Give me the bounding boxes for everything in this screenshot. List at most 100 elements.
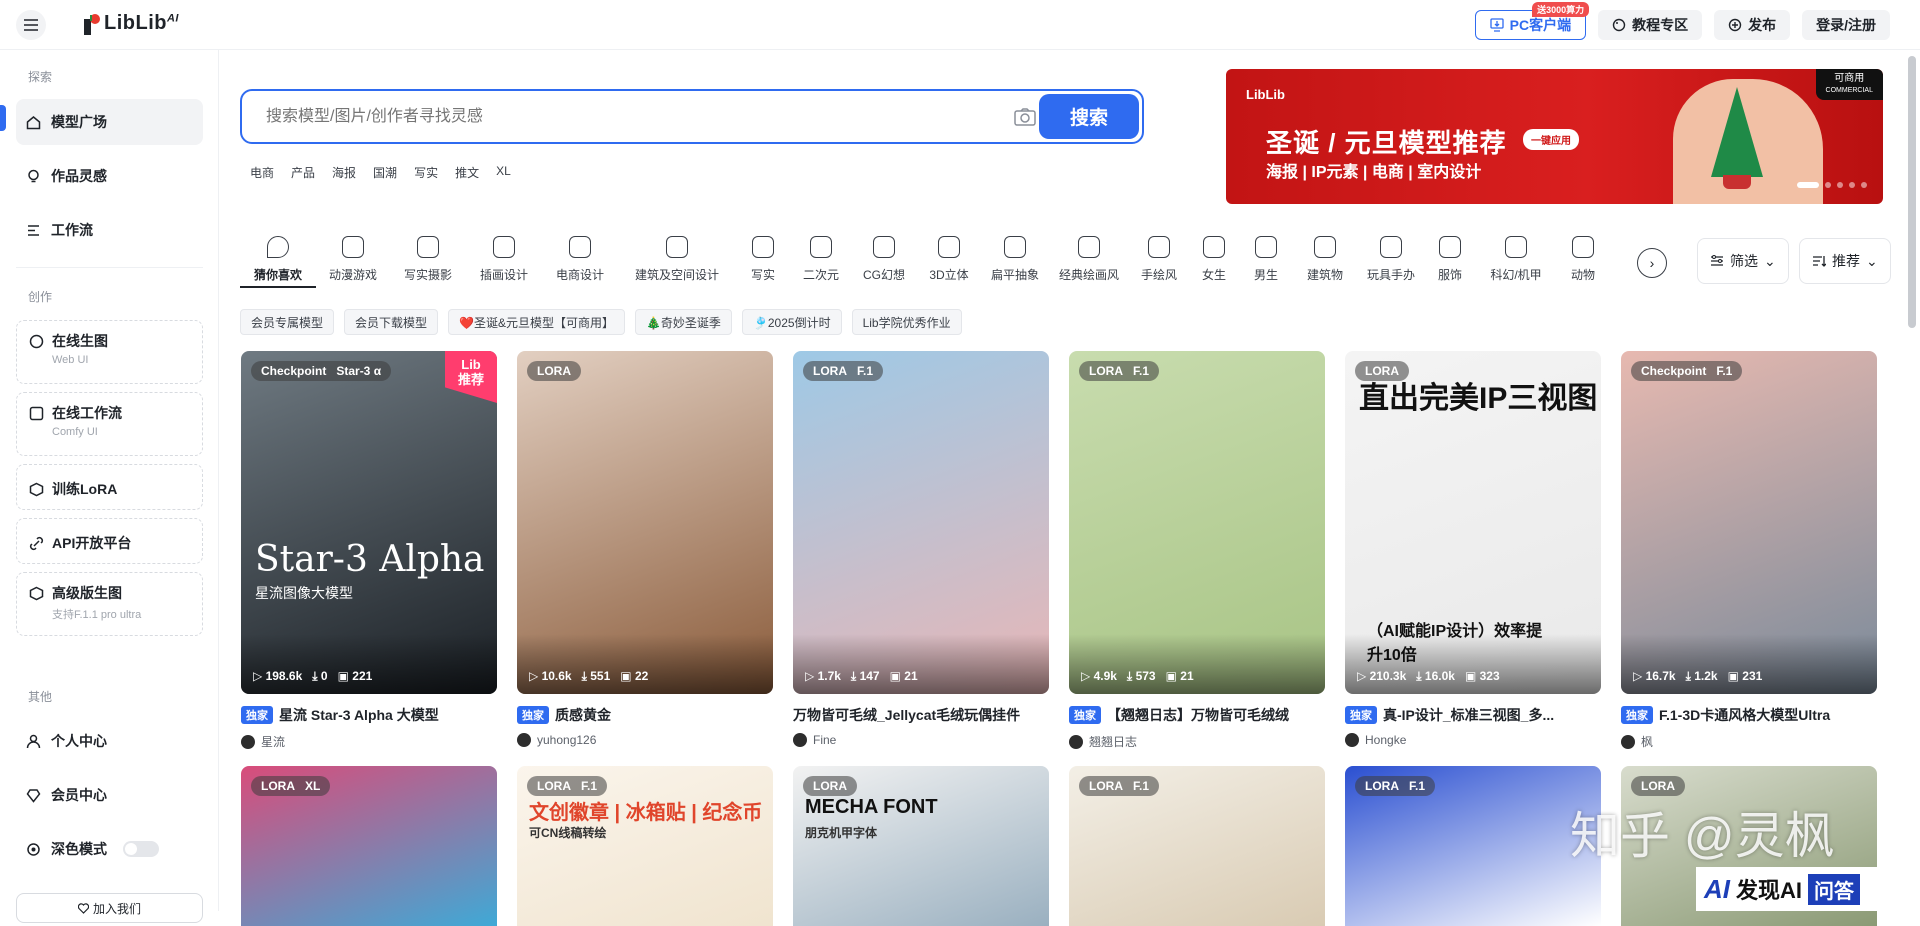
model-title-row[interactable]: 万物皆可毛绒_Jellycat毛绒玩偶挂件 xyxy=(793,705,1049,725)
scrollbar[interactable] xyxy=(1908,56,1916,328)
login-button[interactable]: 登录/注册 xyxy=(1802,10,1890,40)
sidebar-item-workflow[interactable]: 工作流 xyxy=(16,207,203,253)
promo-banner[interactable]: LibLib 圣诞 / 元旦模型推荐 一键应用 海报 | IP元素 | 电商 |… xyxy=(1226,69,1883,204)
model-title[interactable]: 星流 Star-3 Alpha 大模型 xyxy=(279,705,439,725)
chip[interactable]: 会员专属模型 xyxy=(240,309,335,335)
model-title-row[interactable]: 独家 F.1-3D卡通风格大模型Ultra xyxy=(1621,705,1877,725)
category-tab[interactable]: 电商设计 xyxy=(542,236,618,288)
model-card[interactable]: Checkpoint F.1 ▷ 16.7k ⤓ 1.2k ▣ 231 独家 F.1-3D卡… xyxy=(1621,351,1877,751)
search-tag[interactable]: 国潮 xyxy=(373,164,397,181)
category-tab[interactable]: 插画设计 xyxy=(466,236,542,288)
chip[interactable]: Lib学院优秀作业 xyxy=(851,309,962,335)
pagination-dot[interactable] xyxy=(1861,182,1867,188)
category-tab[interactable]: 二次元 xyxy=(790,236,852,288)
chip[interactable]: 🎐2025倒计时 xyxy=(741,309,842,335)
model-title-row[interactable]: 独家 星流 Star-3 Alpha 大模型 xyxy=(241,705,497,725)
category-tab[interactable]: 建筑物 xyxy=(1292,236,1358,288)
model-thumbnail[interactable]: LORA直出完美IP三视图（AI赋能IP设计）效率提升10倍▷ 210.3k⤓ … xyxy=(1345,351,1601,694)
model-author[interactable]: 翘翘日志 xyxy=(1069,733,1325,750)
search-tag[interactable]: XL xyxy=(496,164,511,181)
category-tab[interactable]: 猜你喜欢 xyxy=(240,236,316,288)
pc-client-button[interactable]: PC客户端 送3000算力 xyxy=(1474,2,1590,40)
search-tag[interactable]: 电商 xyxy=(250,164,274,181)
sort-dropdown[interactable]: 推荐 ⌄ xyxy=(1799,238,1891,284)
chip[interactable]: 会员下载模型 xyxy=(344,309,439,335)
search-input[interactable] xyxy=(242,91,1032,142)
model-title[interactable]: 真-IP设计_标准三视图_多... xyxy=(1383,705,1554,725)
sidebar-item-api[interactable]: API开放平台 xyxy=(16,518,203,564)
join-us-button[interactable]: 加入我们 xyxy=(16,893,203,923)
category-tab[interactable]: 女生 xyxy=(1188,236,1240,288)
model-author[interactable]: Fine xyxy=(793,733,1049,747)
sidebar-item-inspiration[interactable]: 作品灵感 xyxy=(16,153,203,199)
model-thumbnail[interactable]: LORA F.1 ▷ 1.7k ⤓ 147 ▣ 21 xyxy=(793,351,1049,694)
model-thumbnail[interactable]: LORA XL xyxy=(241,766,497,926)
model-title-row[interactable]: 独家 【翘翘日志】万物皆可毛绒绒 xyxy=(1069,705,1325,725)
category-tab[interactable]: CG幻想 xyxy=(852,236,916,288)
pagination-dot[interactable] xyxy=(1797,182,1819,188)
sidebar-item-advanced[interactable]: 高级版生图 支持F.1.1 pro ultra xyxy=(16,572,203,636)
dark-mode-toggle[interactable] xyxy=(123,841,159,857)
camera-icon[interactable] xyxy=(1014,108,1036,126)
pagination-dot[interactable] xyxy=(1849,182,1855,188)
chevron-right-icon[interactable]: › xyxy=(1637,248,1667,278)
search-tag[interactable]: 写实 xyxy=(414,164,438,181)
sidebar-item-train-lora[interactable]: 训练LoRA xyxy=(16,464,203,510)
chip[interactable]: 🎄奇妙圣诞季 xyxy=(634,309,732,335)
search-tag[interactable]: 海报 xyxy=(332,164,356,181)
category-tab[interactable]: 扁平抽象 xyxy=(982,236,1048,288)
category-tab[interactable]: 男生 xyxy=(1240,236,1292,288)
model-thumbnail[interactable]: LORA ▷ 10.6k ⤓ 551 ▣ 22 xyxy=(517,351,773,694)
category-tab[interactable]: 科幻/机甲 xyxy=(1476,236,1556,288)
model-thumbnail[interactable]: LORA F.1 文创徽章 | 冰箱贴 | 纪念币 可CN线稿转绘 xyxy=(517,766,773,926)
banner-apply-chip[interactable]: 一键应用 xyxy=(1523,129,1579,150)
menu-icon[interactable] xyxy=(16,10,46,40)
liblib-logo[interactable]: LibLibAI xyxy=(82,12,179,35)
sidebar-item-online-workflow[interactable]: 在线工作流 Comfy UI xyxy=(16,392,203,456)
category-tab[interactable]: 动漫游戏 xyxy=(316,236,390,288)
model-title[interactable]: 【翘翘日志】万物皆可毛绒绒 xyxy=(1107,705,1289,725)
category-tab[interactable]: 写实 xyxy=(736,236,790,288)
model-author[interactable]: Hongke xyxy=(1345,733,1601,747)
model-thumbnail[interactable]: LORA F.1 xyxy=(1069,766,1325,926)
model-thumbnail[interactable]: LORA MECHA FONT 朋克机甲字体 xyxy=(793,766,1049,926)
model-title[interactable]: 万物皆可毛绒_Jellycat毛绒玩偶挂件 xyxy=(793,705,1020,725)
model-title[interactable]: 质感黄金 xyxy=(555,705,611,725)
model-card[interactable]: LORA直出完美IP三视图（AI赋能IP设计）效率提升10倍▷ 210.3k⤓ … xyxy=(1345,351,1601,751)
model-card[interactable]: LORA ▷ 10.6k ⤓ 551 ▣ 22 独家 质感黄金 yuhong126 xyxy=(517,351,773,751)
chip[interactable]: ❤️圣诞&元旦模型【可商用】 xyxy=(448,309,625,335)
sidebar-item-dark-mode[interactable]: 深色模式 xyxy=(16,826,203,872)
sidebar-item-membership[interactable]: 会员中心 xyxy=(16,772,203,818)
category-tab[interactable]: 3D立体 xyxy=(916,236,982,288)
model-thumbnail[interactable]: Checkpoint Star-3 α Lib 推荐 Star-3 Alpha 星流图像大… xyxy=(241,351,497,694)
model-title[interactable]: F.1-3D卡通风格大模型Ultra xyxy=(1659,705,1830,725)
model-thumbnail[interactable]: Checkpoint F.1 ▷ 16.7k ⤓ 1.2k ▣ 231 xyxy=(1621,351,1877,694)
category-tab[interactable]: 服饰 xyxy=(1424,236,1476,288)
search-button[interactable]: 搜索 xyxy=(1039,94,1139,139)
sidebar-item-model-plaza[interactable]: 模型广场 xyxy=(16,99,203,145)
category-tab[interactable]: 写实摄影 xyxy=(390,236,466,288)
category-tab[interactable]: 动物 xyxy=(1556,236,1610,288)
search-tag[interactable]: 产品 xyxy=(291,164,315,181)
category-tab[interactable]: 经典绘画风 xyxy=(1048,236,1130,288)
category-tab[interactable]: 手绘风 xyxy=(1130,236,1188,288)
model-title-row[interactable]: 独家 质感黄金 xyxy=(517,705,773,725)
category-tab[interactable]: 玩具手办 xyxy=(1358,236,1424,288)
category-tab[interactable]: 建筑及空间设计 xyxy=(618,236,736,288)
model-title-row[interactable]: 独家 真-IP设计_标准三视图_多... xyxy=(1345,705,1601,725)
model-author[interactable]: yuhong126 xyxy=(517,733,773,747)
publish-button[interactable]: 发布 xyxy=(1714,10,1791,40)
filter-dropdown[interactable]: 筛选 ⌄ xyxy=(1697,238,1789,284)
model-card[interactable]: LORA F.1 ▷ 4.9k ⤓ 573 ▣ 21 独家 【翘翘日志】万物皆可毛绒绒 翘翘日… xyxy=(1069,351,1325,751)
model-author[interactable]: 星流 xyxy=(241,733,497,750)
pagination-dot[interactable] xyxy=(1825,182,1831,188)
model-thumbnail[interactable]: LORA F.1 ▷ 4.9k ⤓ 573 ▣ 21 xyxy=(1069,351,1325,694)
sidebar-item-profile[interactable]: 个人中心 xyxy=(16,718,203,764)
model-card[interactable]: Checkpoint Star-3 α Lib 推荐 Star-3 Alpha 星流图像大… xyxy=(241,351,497,751)
model-author[interactable]: 枫 xyxy=(1621,733,1877,750)
pagination-dot[interactable] xyxy=(1837,182,1843,188)
model-card[interactable]: LORA F.1 ▷ 1.7k ⤓ 147 ▣ 21 万物皆可毛绒_Jellycat毛绒玩… xyxy=(793,351,1049,751)
sidebar-item-online-image[interactable]: 在线生图 Web UI xyxy=(16,320,203,384)
model-thumbnail[interactable]: LORA F.1 xyxy=(1345,766,1601,926)
search-tag[interactable]: 推文 xyxy=(455,164,479,181)
